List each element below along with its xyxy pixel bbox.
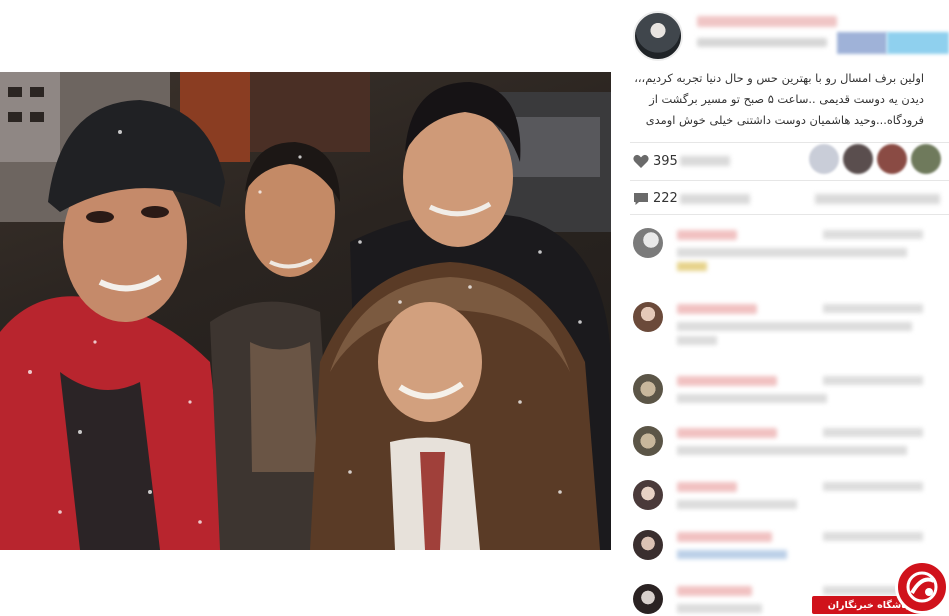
likes-row[interactable]: 395: [633, 150, 678, 172]
liker-avatar[interactable]: [877, 144, 907, 174]
liker-avatar[interactable]: [843, 144, 873, 174]
comment-mention[interactable]: [677, 550, 787, 559]
comment-time: [823, 304, 923, 313]
comments-row[interactable]: 222: [633, 188, 678, 208]
liker-avatar[interactable]: [911, 144, 941, 174]
comment-emoji: [677, 262, 707, 271]
comment-text: [677, 394, 827, 403]
comment-text: [677, 248, 907, 257]
commenter-username[interactable]: [677, 230, 737, 240]
post-caption: اولین برف امسال رو با بهترین حس و حال دن…: [634, 71, 924, 127]
watermark-label: باشگاه خبرنگاران: [827, 599, 909, 611]
likes-count: 395: [653, 153, 678, 169]
commenter-username[interactable]: [677, 428, 777, 438]
commenter-avatar[interactable]: [633, 480, 663, 510]
commenter-username[interactable]: [677, 586, 752, 596]
facebook-share-button[interactable]: [837, 32, 887, 54]
commenter-avatar[interactable]: [633, 530, 663, 560]
author-avatar[interactable]: [633, 11, 683, 61]
liker-avatars[interactable]: [805, 144, 941, 174]
photo-scene: [0, 72, 611, 550]
comment-item: [633, 426, 933, 486]
commenter-avatar[interactable]: [633, 584, 663, 614]
divider: [630, 214, 949, 215]
comment-icon[interactable]: [633, 191, 649, 205]
author-username[interactable]: [697, 16, 837, 27]
likes-label: [680, 156, 730, 166]
comment-item: [633, 374, 933, 434]
commenter-username[interactable]: [677, 304, 757, 314]
comment-text: [677, 604, 762, 613]
comment-time: [823, 376, 923, 385]
comment-time: [823, 230, 923, 239]
divider: [630, 142, 949, 143]
post-date: [697, 38, 827, 47]
watermark: باشگاه خبرنگاران: [812, 560, 949, 616]
show-all-comments-link[interactable]: [815, 194, 940, 204]
comment-text: [677, 446, 907, 455]
post-photo[interactable]: [0, 72, 611, 550]
comment-item: [633, 302, 933, 362]
commenter-username[interactable]: [677, 376, 777, 386]
commenter-username[interactable]: [677, 482, 737, 492]
comment-text: [677, 322, 912, 331]
comments-label: [680, 194, 750, 204]
comment-time: [823, 532, 923, 541]
liker-avatar[interactable]: [809, 144, 839, 174]
comments-count: 222: [653, 190, 678, 206]
commenter-avatar[interactable]: [633, 426, 663, 456]
comment-item: [633, 228, 933, 288]
comment-time: [823, 482, 923, 491]
commenter-avatar[interactable]: [633, 374, 663, 404]
commenter-username[interactable]: [677, 532, 772, 542]
commenter-avatar[interactable]: [633, 302, 663, 332]
twitter-share-button[interactable]: [887, 32, 949, 54]
comment-text-continued: [677, 336, 717, 345]
comment-time: [823, 428, 923, 437]
club-logo-icon: [895, 560, 949, 614]
comment-text: [677, 500, 797, 509]
commenter-avatar[interactable]: [633, 228, 663, 258]
divider: [630, 180, 949, 181]
heart-icon[interactable]: [633, 154, 649, 169]
